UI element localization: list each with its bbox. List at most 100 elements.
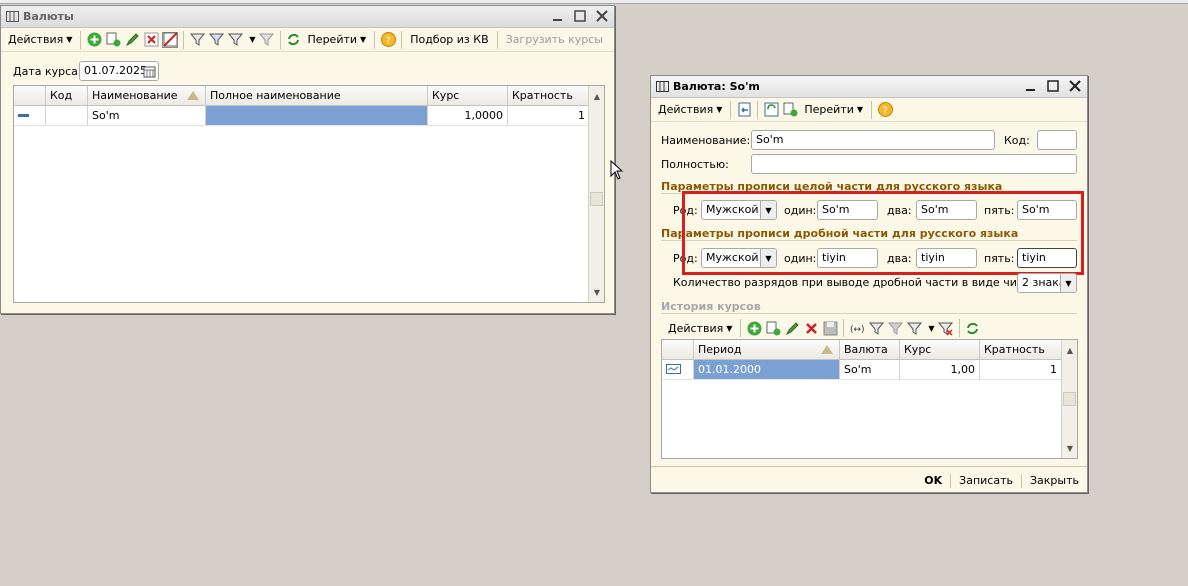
svg-text:(↔): (↔) — [850, 325, 865, 335]
col-code[interactable]: Код — [46, 86, 88, 105]
actions-menu-button[interactable]: Действия ▼ — [5, 30, 75, 50]
form-footer: OK Записать Закрыть — [918, 474, 1079, 488]
scroll-thumb[interactable] — [590, 192, 603, 206]
rates-history-table: Период Валюта Курс Кратность 01.01.2000 … — [661, 339, 1078, 459]
maximize-icon[interactable] — [1045, 78, 1061, 94]
reread-icon[interactable] — [763, 102, 779, 118]
list-window-title: Валюты — [23, 10, 74, 23]
desktop-topline — [0, 0, 1188, 4]
full-name-label: Полностью: — [661, 158, 729, 171]
edit-icon[interactable] — [784, 320, 800, 336]
filter-list-icon[interactable] — [906, 320, 922, 336]
cell-multiplicity: 1 — [508, 106, 590, 125]
rate-date-input[interactable]: 01.07.2025 — [79, 61, 159, 81]
refresh-icon[interactable] — [286, 32, 302, 48]
add-icon[interactable] — [86, 32, 102, 48]
col-icon — [14, 86, 46, 105]
table-row[interactable]: So'm 1,0000 1 — [14, 106, 604, 126]
fraction-digits-select[interactable]: 2 знака ▼ — [1017, 273, 1077, 293]
col-rate[interactable]: Курс — [428, 86, 508, 105]
cell-code — [46, 106, 88, 125]
table-row[interactable]: 01.01.2000 So'm 1,00 1 — [662, 360, 1077, 380]
save-and-close-icon[interactable] — [736, 102, 752, 118]
copy-icon[interactable] — [765, 320, 781, 336]
history-table-header: Период Валюта Курс Кратность — [662, 340, 1077, 360]
col-multiplicity[interactable]: Кратность — [980, 340, 1062, 359]
mark-delete-icon[interactable] — [162, 31, 179, 48]
sort-ascending-icon — [821, 345, 833, 354]
rate-date-label: Дата курса: — [13, 65, 82, 78]
save-disk-icon[interactable] — [822, 320, 838, 336]
col-rate[interactable]: Курс — [900, 340, 980, 359]
copy-icon[interactable] — [782, 102, 798, 118]
history-toolbar: Действия ▼ (↔) ▼ — [661, 316, 1077, 340]
table-vertical-scrollbar[interactable]: ▲ ▼ — [588, 86, 604, 302]
filter-value-icon[interactable] — [887, 320, 903, 336]
cell-multiplicity: 1 — [980, 360, 1062, 379]
app-icon — [6, 11, 19, 22]
maximize-icon[interactable] — [572, 8, 588, 24]
filter-clear-icon[interactable] — [938, 320, 954, 336]
close-button[interactable]: Закрыть — [1024, 474, 1079, 488]
scroll-thumb[interactable] — [1063, 392, 1076, 406]
sort-ascending-icon — [187, 91, 199, 100]
form-goto-menu-button[interactable]: Перейти ▼ — [801, 100, 866, 120]
form-window-title: Валюта: So'm — [673, 80, 760, 93]
edit-icon[interactable] — [124, 32, 140, 48]
col-period[interactable]: Период — [694, 340, 840, 359]
chevron-down-icon[interactable]: ▼ — [1060, 274, 1076, 292]
refresh-icon[interactable] — [965, 320, 981, 336]
add-icon[interactable] — [746, 320, 762, 336]
filter-list-icon[interactable] — [227, 32, 243, 48]
scroll-up-icon[interactable]: ▲ — [589, 88, 604, 104]
minimize-icon[interactable] — [1023, 78, 1039, 94]
calendar-icon[interactable] — [141, 63, 157, 79]
form-actions-menu-button[interactable]: Действия ▼ — [655, 100, 725, 120]
full-name-input[interactable] — [751, 154, 1077, 174]
app-icon — [656, 81, 669, 92]
history-vertical-scrollbar[interactable]: ▲ ▼ — [1061, 340, 1077, 458]
rates-history-title: История курсов — [661, 300, 761, 313]
rate-record-icon — [666, 364, 681, 374]
close-icon[interactable] — [594, 8, 610, 24]
col-full-name[interactable]: Полное наименование — [206, 86, 428, 105]
goto-menu-button[interactable]: Перейти ▼ — [305, 30, 370, 50]
code-input[interactable] — [1037, 130, 1077, 150]
delete-icon[interactable] — [803, 320, 819, 336]
filter-value-icon[interactable] — [208, 32, 224, 48]
pick-from-classifier-button[interactable]: Подбор из КВ — [407, 30, 491, 50]
form-window-titlebar[interactable]: Валюта: So'm — [651, 76, 1087, 98]
close-icon[interactable] — [1067, 78, 1083, 94]
list-toolbar: Действия ▼ ▼ Перейти ▼ ? Подбор из КВ Загр… — [1, 28, 614, 52]
scroll-up-icon[interactable]: ▲ — [1062, 342, 1077, 358]
col-name[interactable]: Наименование — [88, 86, 206, 105]
filter-icon[interactable] — [868, 320, 884, 336]
filter-list-caret[interactable]: ▼ — [249, 35, 255, 44]
scroll-down-icon[interactable]: ▼ — [589, 284, 604, 300]
ok-button[interactable]: OK — [918, 474, 948, 488]
cell-name: So'm — [88, 106, 206, 125]
help-icon[interactable]: ? — [380, 32, 396, 48]
name-input[interactable]: So'm — [751, 130, 995, 150]
form-toolbar: Действия ▼ Перейти ▼ ? — [651, 98, 1087, 122]
mouse-cursor-icon — [610, 160, 623, 180]
col-currency[interactable]: Валюта — [840, 340, 900, 359]
help-icon[interactable]: ? — [877, 102, 893, 118]
history-section-divider — [661, 313, 1077, 314]
scroll-down-icon[interactable]: ▼ — [1062, 440, 1077, 456]
load-rates-button[interactable]: Загрузить курсы — [503, 30, 606, 50]
cell-full-name — [206, 106, 428, 125]
filter-list-caret[interactable]: ▼ — [928, 324, 934, 333]
history-actions-menu-button[interactable]: Действия ▼ — [665, 318, 735, 338]
col-multiplicity[interactable]: Кратность — [508, 86, 590, 105]
save-button[interactable]: Записать — [953, 474, 1019, 488]
footer-divider — [651, 466, 1087, 467]
filter-icon[interactable] — [189, 32, 205, 48]
minimize-icon[interactable] — [550, 8, 566, 24]
filter-clear-icon[interactable] — [259, 32, 275, 48]
currencies-list-window: Валюты Действия ▼ ▼ Перейти ▼ ? Подбор из … — [0, 5, 615, 314]
delete-icon[interactable] — [143, 32, 159, 48]
list-window-titlebar[interactable]: Валюты — [1, 6, 614, 28]
copy-icon[interactable] — [105, 32, 121, 48]
select-period-icon[interactable]: (↔) — [849, 320, 865, 336]
